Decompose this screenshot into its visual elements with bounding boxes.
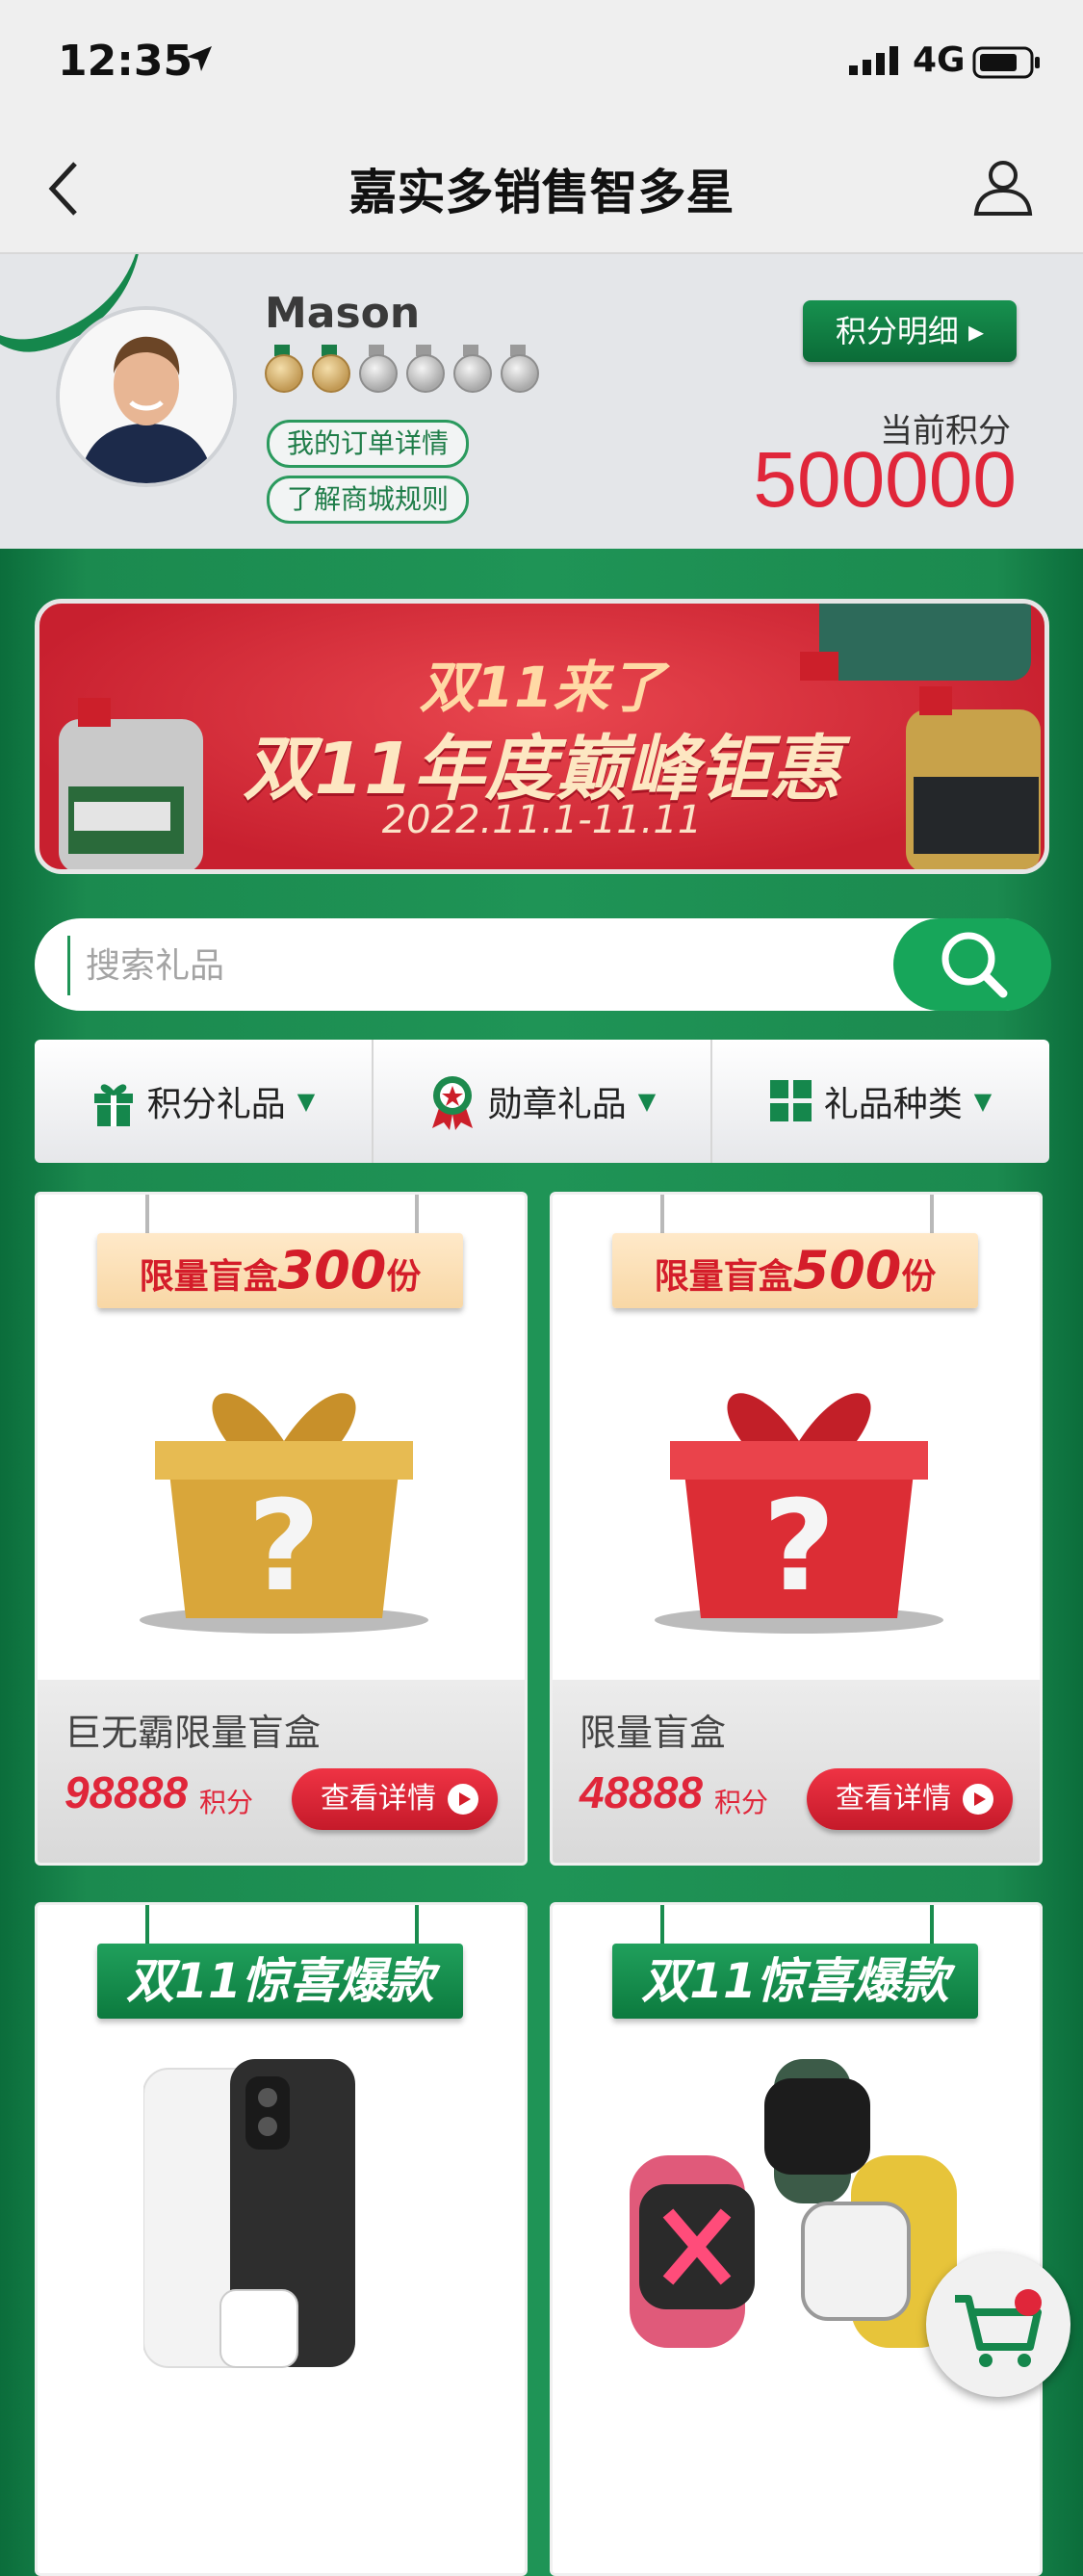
promo-tag: 双11惊喜爆款	[612, 1944, 978, 2019]
phone-and-earbuds-icon	[143, 2059, 355, 2368]
tag-suffix: 份	[386, 1257, 422, 1297]
tag-number: 500	[792, 1240, 902, 1301]
page-title: 嘉实多销售智多星	[348, 165, 735, 220]
tag-suffix: 份	[901, 1257, 937, 1297]
tag-hanger	[930, 1905, 934, 1945]
product-price: 98888	[64, 1767, 188, 1817]
price-unit: 积分	[199, 1787, 254, 1818]
tag-hanger	[415, 1195, 419, 1235]
medal-icon	[431, 1076, 473, 1130]
play-arrow-icon	[963, 1784, 993, 1815]
tab-label: 礼品种类	[823, 1085, 963, 1124]
status-time: 12:35	[58, 37, 193, 86]
banner-date: 2022.11.1-11.11	[381, 798, 703, 842]
battery-icon	[972, 46, 1040, 79]
silver-medal-icon	[451, 345, 492, 393]
tag-hanger	[145, 1905, 149, 1945]
search-input[interactable]	[67, 936, 877, 995]
smartwatches-icon	[630, 2059, 957, 2348]
search-icon	[941, 932, 1008, 998]
tab-points-gifts[interactable]: 积分礼品 ▼	[35, 1040, 374, 1163]
play-arrow-icon	[448, 1784, 478, 1815]
signal-icon	[849, 46, 898, 75]
silver-medal-icon	[356, 345, 398, 393]
shopping-cart-button[interactable]	[926, 2253, 1070, 2397]
svg-text:?: ?	[247, 1473, 320, 1619]
shopping-cart-icon	[955, 2289, 1042, 2367]
avatar-portrait-icon	[60, 310, 233, 483]
tag-prefix: 限量盲盒	[139, 1257, 278, 1297]
points-detail-button[interactable]: 积分明细 ▸	[803, 300, 1017, 362]
silver-medal-icon	[498, 345, 539, 393]
dropdown-caret-icon: ▼	[297, 1088, 316, 1115]
my-orders-link[interactable]: 我的订单详情	[267, 420, 470, 468]
product-name: 巨无霸限量盲盒	[64, 1712, 322, 1754]
tab-label: 积分礼品	[146, 1085, 286, 1124]
medal-list	[262, 345, 539, 393]
tag-hanger	[660, 1195, 664, 1235]
tab-medal-gifts[interactable]: 勋章礼品 ▼	[374, 1040, 712, 1163]
promo-banner[interactable]: 双11来了 双11年度巅峰钜惠 2022.11.1-11.11	[35, 599, 1049, 874]
dropdown-caret-icon: ▼	[637, 1088, 657, 1115]
silver-medal-icon	[403, 345, 445, 393]
tag-hanger	[930, 1195, 934, 1235]
limited-tag: 限量盲盒300份	[97, 1233, 463, 1308]
view-details-button[interactable]: 查看详情	[292, 1768, 498, 1830]
red-mystery-box-icon: ?	[655, 1393, 943, 1634]
network-type: 4G	[913, 40, 966, 80]
tab-label: 勋章礼品	[487, 1085, 627, 1124]
filter-bar: 积分礼品 ▼ 勋章礼品 ▼ 礼品种类 ▼	[35, 1040, 1049, 1163]
location-arrow-icon	[187, 46, 212, 71]
product-card[interactable]: 双11惊喜爆款	[550, 1902, 1043, 2576]
mall-rules-link[interactable]: 了解商城规则	[267, 476, 470, 524]
points-value: 500000	[753, 436, 1017, 524]
view-details-button[interactable]: 查看详情	[807, 1768, 1013, 1830]
dropdown-caret-icon: ▼	[973, 1088, 993, 1115]
gold-mystery-box-icon: ?	[140, 1393, 428, 1634]
product-price: 48888	[580, 1767, 703, 1817]
gold-medal-icon	[262, 345, 303, 393]
tab-gift-categories[interactable]: 礼品种类 ▼	[712, 1040, 1049, 1163]
button-label: 查看详情	[836, 1782, 951, 1816]
product-card[interactable]: 限量盲盒300份 ? 巨无霸限量盲盒 98888 积分 查看详情	[35, 1192, 528, 1866]
avatar[interactable]	[56, 306, 237, 487]
search-button[interactable]	[893, 918, 1051, 1011]
svg-text:?: ?	[762, 1473, 835, 1619]
price-unit: 积分	[714, 1787, 769, 1818]
tag-hanger	[415, 1905, 419, 1945]
product-card[interactable]: 限量盲盒500份 ? 限量盲盒 48888 积分 查看详情	[550, 1192, 1043, 1866]
tag-number: 300	[277, 1240, 387, 1301]
user-profile-icon[interactable]	[972, 156, 1034, 218]
button-label: 查看详情	[321, 1782, 436, 1816]
product-name: 限量盲盒	[580, 1712, 727, 1754]
tag-prefix: 限量盲盒	[654, 1257, 793, 1297]
grid-icon	[769, 1080, 812, 1121]
limited-tag: 限量盲盒500份	[612, 1233, 978, 1308]
tag-hanger	[660, 1905, 664, 1945]
gold-medal-icon	[309, 345, 350, 393]
promo-tag: 双11惊喜爆款	[97, 1944, 463, 2019]
user-name: Mason	[265, 289, 421, 338]
gift-icon	[93, 1084, 133, 1126]
product-card[interactable]: 双11惊喜爆款	[35, 1902, 528, 2576]
tag-hanger	[145, 1195, 149, 1235]
